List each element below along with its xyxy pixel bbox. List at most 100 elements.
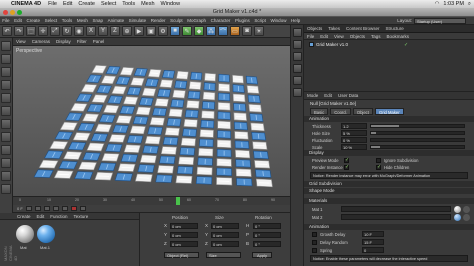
c4d-menu-character[interactable]: Character [208, 18, 232, 23]
c4d-menu-help[interactable]: Help [289, 18, 303, 23]
structure-icon[interactable] [292, 52, 302, 61]
c4d-menu-create[interactable]: Create [24, 18, 42, 23]
app-menu[interactable]: CINEMA 4D [9, 0, 45, 8]
mac-menu-create[interactable]: Create [75, 0, 98, 8]
material-menu-function[interactable]: Function [47, 214, 70, 219]
texture-mode-icon[interactable] [1, 67, 11, 77]
timeline[interactable]: 0 10 20 30 40 50 60 70 80 90 [13, 196, 290, 206]
workplane-icon[interactable] [1, 80, 11, 90]
mac-menu-edit[interactable]: Edit [60, 0, 75, 8]
om-menu-objects[interactable]: Objects [347, 34, 368, 39]
spotlight-icon[interactable]: ⌕ [468, 0, 471, 8]
size-z-field[interactable]: 0 cm [211, 241, 239, 247]
points-mode-icon[interactable] [1, 93, 11, 103]
viewport-menu-panel[interactable]: Panel [90, 39, 108, 44]
om-menu-tags[interactable]: Tags [368, 34, 384, 39]
make-editable-icon[interactable] [1, 41, 11, 51]
material-1-swatch[interactable] [454, 206, 461, 213]
am-tab-grid-maker[interactable]: Grid Maker [374, 108, 404, 115]
om-tab-structure[interactable]: Structure [383, 26, 407, 31]
previous-key-button[interactable] [34, 206, 41, 211]
viewport-menu-cameras[interactable]: Cameras [29, 39, 53, 44]
size-mode-select[interactable]: Size [206, 252, 241, 258]
lock-workplane-icon[interactable] [1, 171, 11, 181]
edges-mode-icon[interactable] [1, 106, 11, 116]
clock[interactable]: 1:03 PM [443, 0, 463, 8]
x-axis-icon[interactable]: X [86, 26, 96, 36]
size-y-field[interactable]: 0 cm [211, 232, 239, 238]
c4d-menu-script[interactable]: Script [252, 18, 268, 23]
play-button[interactable] [43, 206, 50, 211]
subdivision-icon[interactable]: ◆ [194, 26, 204, 36]
takes-icon[interactable] [292, 88, 302, 97]
window-menu[interactable]: Window [158, 0, 184, 8]
render-picture-viewer-icon[interactable]: ▣ [146, 26, 156, 36]
om-menu-edit[interactable]: Edit [317, 34, 331, 39]
polygons-mode-icon[interactable] [1, 119, 11, 129]
param-slider[interactable] [370, 138, 465, 142]
render-settings-icon[interactable]: ⚙ [158, 26, 168, 36]
wifi-icon[interactable]: ◠ [435, 0, 440, 8]
section-animation-2[interactable]: Animation [304, 224, 474, 230]
scale-icon[interactable]: ⤢ [50, 26, 60, 36]
material-menu-create[interactable]: Create [14, 214, 34, 219]
object-name[interactable]: Grid Maker v1.0 [316, 42, 348, 47]
coordinate-system-icon[interactable]: ⊕ [122, 26, 132, 36]
objects-manager-icon[interactable] [292, 28, 302, 37]
am-tab-object[interactable]: Object [352, 108, 373, 115]
material-menu-edit[interactable]: Edit [34, 214, 48, 219]
param-value-field[interactable]: 1.2 [341, 123, 367, 129]
hide-children-checkbox[interactable] [376, 164, 381, 170]
anim-param-value[interactable]: 15 F [362, 239, 384, 245]
position-x-field[interactable]: 0 cm [170, 223, 198, 229]
am-menu-mode[interactable]: Mode [304, 93, 321, 98]
apply-button[interactable]: Apply [252, 252, 272, 258]
go-to-start-button[interactable] [25, 206, 32, 211]
model-mode-icon[interactable] [1, 54, 11, 64]
position-y-field[interactable]: 0 cm [170, 232, 198, 238]
mac-menu-select[interactable]: Select [98, 0, 119, 8]
camera-icon[interactable]: ◙ [242, 26, 252, 36]
layers-icon[interactable] [292, 64, 302, 73]
cube-icon[interactable]: ■ [170, 26, 180, 36]
live-selection-icon[interactable]: ⬚ [26, 26, 36, 36]
material-1-options-icon[interactable] [463, 206, 470, 213]
mac-menu-file[interactable]: File [45, 0, 60, 8]
om-menu-bookmarks[interactable]: Bookmarks [384, 34, 413, 39]
am-tab-coord-[interactable]: Coord. [330, 108, 351, 115]
pen-icon[interactable]: ✎ [182, 26, 192, 36]
planar-workplane-icon[interactable] [1, 184, 11, 194]
rotation-b-field[interactable]: 0 ° [253, 241, 281, 247]
section-grid-subdivision[interactable]: Grid Subdivision [304, 181, 474, 187]
om-tab-takes[interactable]: Takes [325, 26, 343, 31]
viewport-menu-view[interactable]: View [13, 39, 29, 44]
material-2-swatch[interactable] [454, 214, 461, 221]
c4d-menu-mesh[interactable]: Mesh [75, 18, 91, 23]
snap-icon[interactable] [1, 158, 11, 168]
section-shape-mode[interactable]: Shape Mode [304, 188, 474, 194]
material-menu-texture[interactable]: Texture [71, 214, 92, 219]
start-frame-field[interactable]: 0 F [17, 206, 23, 211]
param-slider[interactable] [370, 124, 465, 128]
viewport-menu-filter[interactable]: Filter [74, 39, 90, 44]
param-value-field[interactable]: 5 % [341, 130, 367, 136]
record-button[interactable] [70, 206, 77, 211]
ignore-subdivision-checkbox[interactable] [376, 158, 381, 163]
object-row[interactable]: Grid Maker v1.0 ✓ [309, 41, 408, 48]
viewport-menu-display[interactable]: Display [53, 39, 74, 44]
content-browser-icon[interactable] [292, 40, 302, 49]
size-x-field[interactable]: 0 cm [211, 223, 239, 229]
om-menu-file[interactable]: File [304, 34, 317, 39]
next-key-button[interactable] [52, 206, 59, 211]
rotation-p-field[interactable]: 0 ° [253, 232, 281, 238]
perspective-viewport[interactable]: Perspective [13, 46, 290, 196]
rotate-icon[interactable]: ↻ [62, 26, 72, 36]
material-2-options-icon[interactable] [463, 214, 470, 221]
c4d-menu-simulate[interactable]: Simulate [126, 18, 148, 23]
om-tab-content-browser[interactable]: Content Browser [343, 26, 383, 31]
render-instance-checkbox[interactable] [344, 164, 349, 170]
am-tab-basic[interactable]: Basic [310, 108, 329, 115]
c4d-menu-animate[interactable]: Animate [105, 18, 126, 23]
layout-select[interactable]: Startup (User) [414, 17, 466, 24]
anim-param-checkbox[interactable] [312, 232, 317, 237]
